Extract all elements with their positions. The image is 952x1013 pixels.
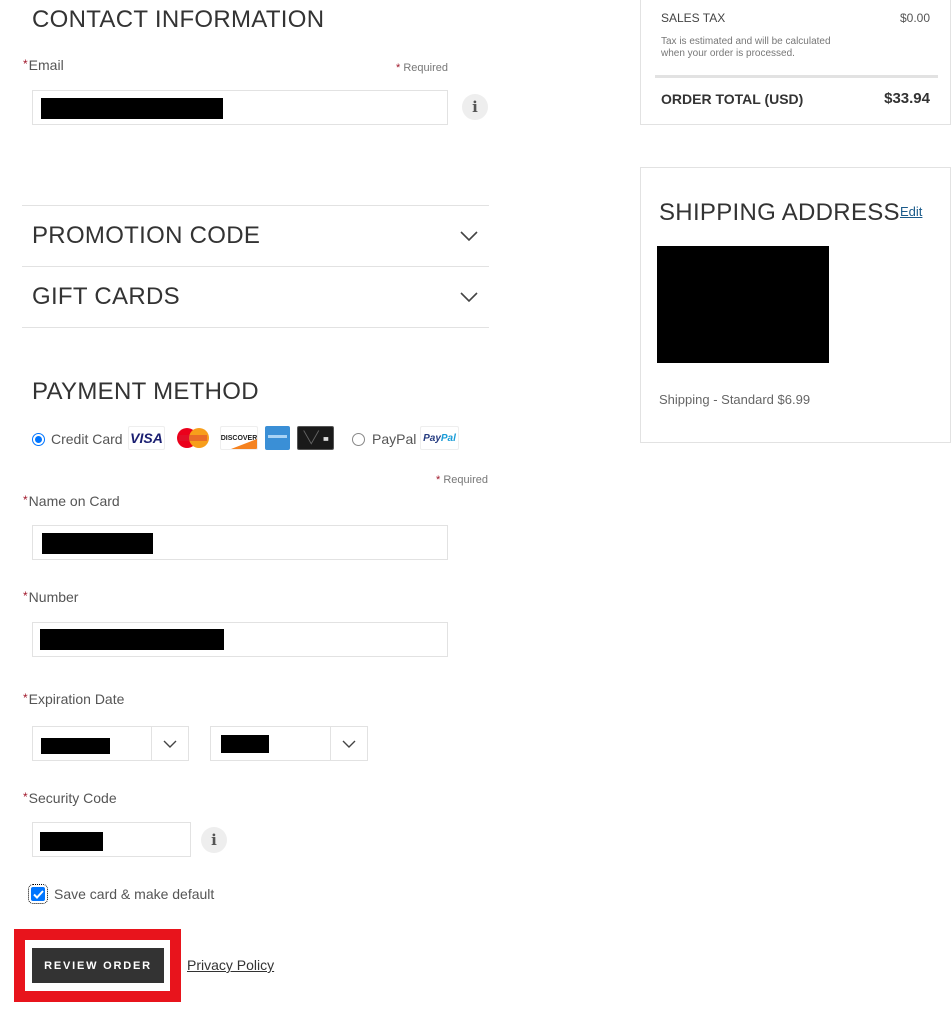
save-card-label: Save card & make default	[54, 886, 215, 902]
credit-card-radio[interactable]	[32, 432, 45, 446]
divider	[22, 327, 489, 328]
sales-tax-label: SALES TAX	[661, 11, 726, 25]
card-number-input[interactable]	[32, 622, 448, 657]
save-card-checkbox[interactable]	[28, 884, 48, 904]
checkmark-icon	[32, 889, 44, 899]
total-divider	[655, 75, 938, 78]
mastercard-logo	[174, 426, 212, 450]
redacted-address	[657, 246, 829, 363]
mastercard-icon	[177, 428, 209, 448]
email-label: *Email	[23, 57, 64, 73]
promotion-code-accordion[interactable]: PROMOTION CODE	[22, 206, 489, 266]
security-code-input[interactable]	[32, 822, 191, 857]
paypal-label: PayPal	[372, 431, 417, 447]
discover-logo: DISCOVER	[220, 426, 258, 450]
promotion-code-title: PROMOTION CODE	[32, 222, 261, 249]
discover-stripe	[231, 439, 257, 449]
order-total-label: ORDER TOTAL (USD)	[661, 91, 804, 107]
review-order-button[interactable]: REVIEW ORDER	[32, 948, 164, 983]
visa-logo: VISA	[128, 426, 165, 450]
sales-tax-value: $0.00	[899, 11, 930, 25]
amex-logo	[265, 426, 290, 450]
black-card-logo	[297, 426, 334, 450]
required-note: * Required	[436, 474, 488, 486]
email-label-text: Email	[28, 57, 64, 73]
card-number-label: *Number	[23, 589, 79, 605]
year-dropdown-arrow[interactable]	[330, 727, 367, 760]
required-note: * Required	[396, 62, 448, 74]
credit-card-label: Credit Card	[51, 431, 123, 447]
gift-cards-title: GIFT CARDS	[32, 283, 180, 310]
shipping-address-box: SHIPPING ADDRESS Edit Shipping - Standar…	[640, 167, 951, 443]
expiration-year-select[interactable]	[210, 726, 368, 761]
month-dropdown-arrow[interactable]	[151, 727, 188, 760]
security-code-label: *Security Code	[23, 790, 117, 806]
redacted-name	[42, 533, 153, 554]
contact-information-title: CONTACT INFORMATION	[32, 6, 325, 33]
gift-cards-accordion[interactable]: GIFT CARDS	[22, 267, 489, 327]
paypal-logo: PayPal	[420, 426, 459, 450]
required-star: *	[23, 57, 28, 71]
order-total-value: $33.94	[884, 90, 930, 107]
shipping-address-title: SHIPPING ADDRESS	[659, 199, 900, 226]
black-card-icon	[303, 430, 329, 445]
security-code-info-icon[interactable]: i	[201, 827, 227, 853]
order-summary-box: SALES TAX $0.00 Tax is estimated and wil…	[640, 0, 951, 125]
paypal-radio[interactable]	[352, 432, 365, 446]
expiration-month-select[interactable]	[32, 726, 189, 761]
redacted-email	[41, 98, 223, 119]
redacted-security-code	[40, 832, 103, 851]
expiration-date-label: *Expiration Date	[23, 691, 125, 707]
tax-note: Tax is estimated and will be calculated …	[661, 36, 831, 59]
shipping-method: Shipping - Standard $6.99	[659, 392, 811, 407]
redacted-number	[40, 629, 224, 650]
chevron-down-icon	[342, 740, 356, 748]
paypal-option[interactable]: PayPal	[352, 431, 416, 447]
chevron-down-icon	[460, 292, 478, 303]
edit-shipping-link[interactable]: Edit	[900, 204, 922, 219]
chevron-down-icon	[460, 231, 478, 242]
redacted-year	[221, 735, 269, 753]
name-on-card-label: *Name on Card	[23, 493, 120, 509]
redacted-month	[41, 738, 110, 754]
credit-card-option[interactable]: Credit Card	[32, 431, 123, 447]
payment-method-title: PAYMENT METHOD	[32, 378, 259, 405]
name-on-card-input[interactable]	[32, 525, 448, 560]
email-info-icon[interactable]: i	[462, 94, 488, 120]
privacy-policy-link[interactable]: Privacy Policy	[187, 957, 274, 973]
chevron-down-icon	[163, 740, 177, 748]
email-input[interactable]	[32, 90, 448, 125]
save-card-option[interactable]: Save card & make default	[28, 884, 215, 904]
